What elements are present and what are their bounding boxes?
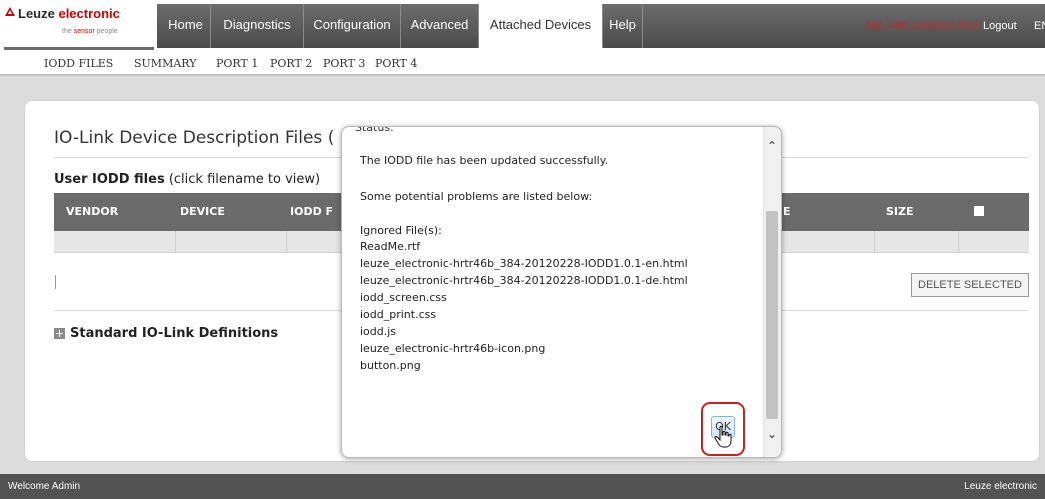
logo-tagline: the sensor people — [62, 28, 118, 35]
select-all-checkbox[interactable] — [974, 206, 984, 216]
ignored-file-item: leuze_electronic-hrtr46b_384-20120228-IO… — [360, 274, 688, 287]
user-iodd-files-hint: (click filename to view) — [164, 172, 321, 187]
scroll-up-icon[interactable]: ⌃ — [766, 139, 778, 153]
language-selector[interactable]: EN — [1034, 20, 1045, 32]
status-dialog: Status: The IODD file has been updated s… — [341, 126, 782, 458]
footer: Welcome Admin Leuze electronic — [0, 474, 1045, 499]
header: Leuze electronic the sensor people Home … — [0, 0, 1045, 52]
ignored-file-item: leuze_electronic-hrtr46b_384-20120228-IO… — [360, 257, 688, 270]
logo-triangle-icon — [5, 7, 15, 16]
column-separator — [874, 231, 875, 253]
expand-plus-icon[interactable] — [54, 328, 65, 339]
subnav-summary[interactable]: SUMMARY — [134, 57, 196, 70]
welcome-text: Welcome Admin — [8, 481, 81, 492]
ignored-file-item: ReadMe.rtf — [360, 240, 421, 253]
column-iodd-file[interactable]: IODD F — [290, 205, 333, 218]
top-navigation: Home Diagnostics Configuration Advanced … — [157, 4, 1045, 48]
ignored-file-item: iodd_print.css — [360, 308, 437, 321]
column-size[interactable]: SIZE — [886, 205, 914, 218]
subnav-port-3[interactable]: PORT 3 — [323, 57, 365, 70]
column-separator — [175, 231, 176, 253]
tagline-highlight: sensor — [73, 28, 95, 35]
sub-navigation: IODD FILES SUMMARY PORT 1 PORT 2 PORT 3 … — [0, 52, 1045, 76]
brand-logo[interactable]: Leuze electronic the sensor people — [4, 2, 154, 50]
nav-tab-configuration[interactable]: Configuration — [304, 4, 401, 48]
delete-selected-button[interactable]: DELETE SELECTED — [911, 273, 1029, 297]
page-title: IO-Link Device Description Files ( — [54, 128, 335, 148]
nav-tab-attached-devices[interactable]: Attached Devices — [479, 4, 603, 48]
logo-brand-suffix: electronic — [58, 6, 120, 21]
device-status-text: MD 748i 11/02/23 2022 — [867, 20, 981, 32]
scroll-down-icon[interactable]: ⌄ — [766, 427, 778, 441]
column-separator — [286, 231, 287, 253]
user-iodd-files-label: User IODD files — [54, 172, 165, 187]
hand-cursor-icon — [714, 425, 732, 448]
logout-link[interactable]: Logout — [983, 20, 1017, 32]
subnav-port-1[interactable]: PORT 1 — [216, 57, 258, 70]
tagline-suffix: people — [94, 28, 118, 35]
ignored-file-item: leuze_electronic-hrtr46b-icon.png — [360, 342, 546, 355]
subnav-port-2[interactable]: PORT 2 — [270, 57, 312, 70]
nav-tab-diagnostics[interactable]: Diagnostics — [211, 4, 304, 48]
ignored-file-item: iodd_screen.css — [360, 291, 447, 304]
ignored-files-label: Ignored File(s): — [360, 224, 442, 237]
subnav-port-4[interactable]: PORT 4 — [375, 57, 417, 70]
footer-brand: Leuze electronic — [964, 481, 1037, 492]
problems-intro: Some potential problems are listed below… — [360, 190, 593, 203]
column-device[interactable]: DEVICE — [180, 205, 225, 218]
tagline-prefix: the — [62, 28, 74, 35]
success-message: The IODD file has been updated successfu… — [360, 154, 609, 167]
ignored-file-item: iodd.js — [360, 325, 397, 338]
standard-io-link-definitions-heading[interactable]: Standard IO-Link Definitions — [70, 326, 278, 341]
subnav-iodd-files[interactable]: IODD FILES — [44, 57, 113, 70]
nav-tab-help[interactable]: Help — [603, 4, 643, 48]
dialog-header-cut: Status: — [355, 126, 394, 134]
nav-tab-advanced[interactable]: Advanced — [401, 4, 479, 48]
column-date[interactable]: E — [783, 205, 791, 218]
logo-brand-prefix: Leuze — [18, 6, 59, 21]
text-cursor-marker — [55, 275, 56, 289]
user-iodd-files-heading: User IODD files (click filename to view) — [54, 172, 320, 187]
column-separator — [958, 231, 959, 253]
nav-tab-home[interactable]: Home — [161, 4, 211, 48]
column-vendor[interactable]: VENDOR — [66, 205, 118, 218]
ignored-file-item: button.png — [360, 359, 421, 372]
logo-wordmark: Leuze electronic — [5, 6, 120, 21]
scrollbar-thumb[interactable] — [766, 211, 778, 419]
